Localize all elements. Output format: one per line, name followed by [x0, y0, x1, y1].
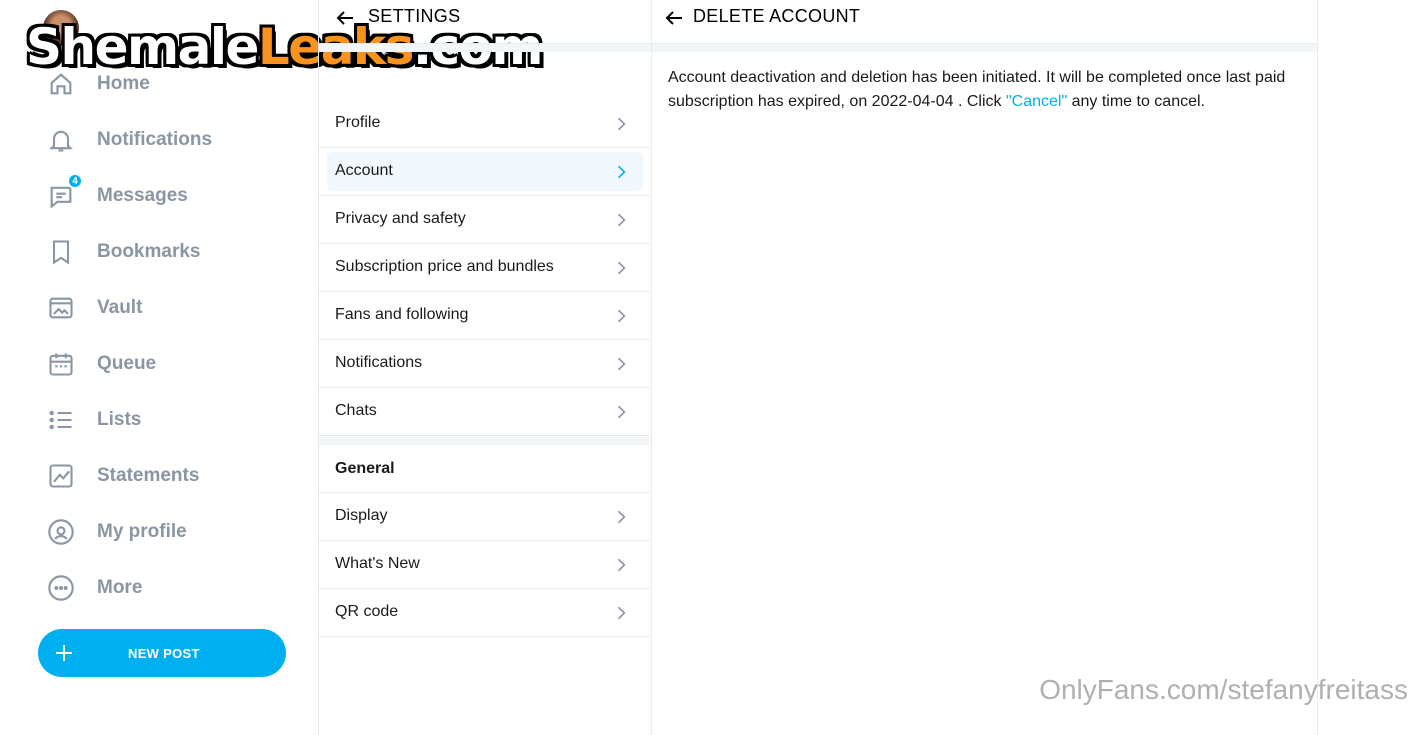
detail-header: DELETE ACCOUNT — [652, 0, 1317, 44]
sidebar-item-more[interactable]: More — [46, 568, 142, 608]
messages-badge: 4 — [67, 173, 83, 189]
deletion-message: Account deactivation and deletion has be… — [668, 69, 1286, 110]
sidebar-item-vault[interactable]: Vault — [46, 288, 142, 328]
sidebar-item-label: Notifications — [97, 129, 213, 150]
sidebar-item-notifications[interactable]: Notifications — [46, 120, 212, 160]
divider — [652, 44, 1317, 52]
chart-icon — [46, 461, 76, 491]
sidebar-item-queue[interactable]: Queue — [46, 344, 156, 384]
image-icon — [46, 293, 76, 323]
settings-row-profile[interactable]: Profile — [319, 100, 651, 148]
sidebar-item-label: Home — [97, 73, 150, 94]
sidebar-item-my-profile[interactable]: My profile — [46, 512, 187, 552]
settings-row-notifications[interactable]: Notifications — [319, 340, 651, 388]
left-sidebar: Home Notifications 4 Messages Bookmarks … — [0, 0, 318, 735]
settings-row-qr-code[interactable]: QR code — [319, 589, 651, 637]
divider — [319, 437, 651, 445]
list-icon — [46, 405, 76, 435]
settings-column: SETTINGS Profile Account Privacy and saf… — [318, 0, 652, 735]
sidebar-item-label: Vault — [97, 297, 143, 318]
sidebar-item-messages[interactable]: 4 Messages — [46, 173, 188, 216]
new-post-button[interactable]: NEW POST — [38, 629, 286, 677]
chevron-right-icon — [617, 261, 626, 275]
sidebar-item-label: Lists — [97, 409, 142, 430]
bookmark-icon — [46, 237, 76, 267]
back-arrow-icon[interactable] — [333, 6, 357, 30]
cancel-link[interactable]: "Cancel" — [1006, 93, 1067, 110]
chevron-right-icon — [617, 309, 626, 323]
settings-row-whats-new[interactable]: What's New — [319, 541, 651, 589]
chevron-right-icon — [617, 405, 626, 419]
chevron-right-icon — [617, 606, 626, 620]
sidebar-item-label: More — [97, 577, 143, 598]
bell-icon — [46, 125, 76, 155]
sidebar-item-statements[interactable]: Statements — [46, 456, 199, 496]
sidebar-item-label: Queue — [97, 353, 157, 374]
section-general: General — [319, 445, 651, 493]
settings-row-privacy[interactable]: Privacy and safety — [319, 196, 651, 244]
divider — [319, 44, 651, 52]
detail-title: DELETE ACCOUNT — [693, 6, 861, 26]
chevron-right-icon — [617, 213, 626, 227]
chevron-right-icon — [617, 165, 626, 179]
settings-row-subscription[interactable]: Subscription price and bundles — [319, 244, 651, 292]
settings-row-chats[interactable]: Chats — [319, 388, 651, 436]
more-icon — [46, 573, 76, 603]
calendar-icon — [46, 349, 76, 379]
settings-header: SETTINGS — [319, 0, 651, 44]
chevron-right-icon — [617, 117, 626, 131]
page-title: SETTINGS — [368, 6, 461, 26]
chevron-right-icon — [617, 510, 626, 524]
sidebar-item-label: My profile — [97, 521, 187, 542]
user-circle-icon — [46, 517, 76, 547]
detail-column: DELETE ACCOUNT Account deactivation and … — [652, 0, 1318, 735]
sidebar-item-label: Bookmarks — [97, 241, 201, 262]
settings-row-fans[interactable]: Fans and following — [319, 292, 651, 340]
settings-row-display[interactable]: Display — [319, 493, 651, 541]
new-post-label: NEW POST — [128, 645, 200, 661]
sidebar-item-bookmarks[interactable]: Bookmarks — [46, 232, 201, 272]
chevron-right-icon — [617, 558, 626, 572]
sidebar-item-label: Messages — [97, 185, 188, 206]
back-arrow-icon[interactable] — [662, 6, 686, 30]
plus-icon — [56, 645, 72, 661]
watermark-text: OnlyFans.com/stefanyfreitass — [1039, 674, 1408, 705]
sidebar-item-label: Statements — [97, 465, 200, 486]
sidebar-item-lists[interactable]: Lists — [46, 400, 141, 440]
settings-row-account[interactable]: Account — [319, 148, 651, 196]
section-title: General — [335, 460, 395, 477]
chat-icon: 4 — [46, 173, 83, 211]
chevron-right-icon — [617, 357, 626, 371]
